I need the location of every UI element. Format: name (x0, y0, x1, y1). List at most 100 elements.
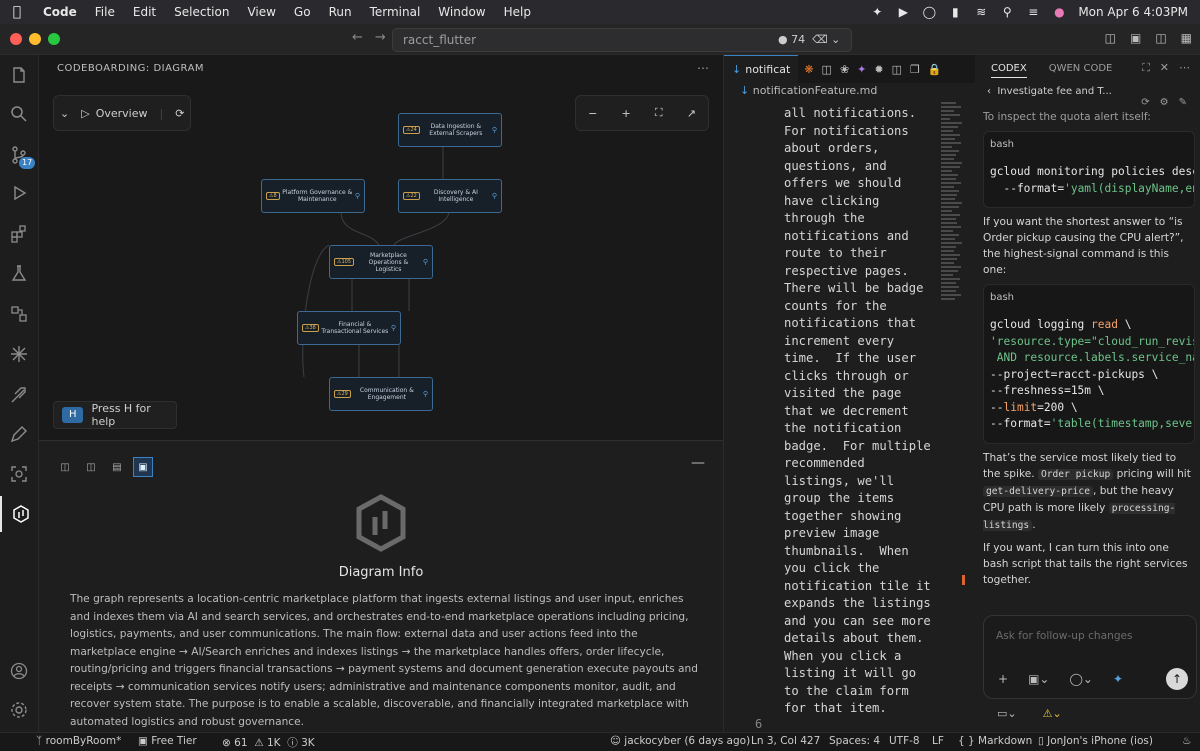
sparkle-icon[interactable]: ✦ (1113, 672, 1123, 686)
minimap[interactable] (941, 100, 963, 360)
split-editor-icon[interactable]: ◫ (892, 63, 902, 76)
warning-icon[interactable]: ⚠⌄ (1043, 707, 1062, 720)
remote-explorer-icon[interactable] (0, 296, 38, 332)
diagram-node-discovery-ai[interactable]: ⚠22 Discovery & AI Intelligence ⚲ (398, 179, 502, 213)
encoding[interactable]: UTF-8 (889, 735, 920, 747)
toggle-panel-icon[interactable]: ▣ (1130, 31, 1141, 45)
toggle-sidebar-icon[interactable]: ◫ (1105, 31, 1116, 45)
menu-edit[interactable]: Edit (124, 5, 165, 19)
command-center[interactable]: racct_flutter ● 74 ⌫ ⌄ (392, 28, 852, 52)
collapse-panel-icon[interactable]: — (691, 455, 705, 471)
control-center-icon[interactable]: ≡ (1026, 5, 1040, 19)
menu-window[interactable]: Window (429, 5, 494, 19)
menu-app-name[interactable]: Code (34, 5, 86, 19)
maximize-icon[interactable]: ⛶ (1142, 61, 1150, 75)
code-block[interactable]: bash gcloud monitoring policies desc --f… (983, 131, 1195, 208)
extensions-icon[interactable] (0, 216, 38, 252)
git-blame[interactable]: ☺ jackocyber (6 days ago) (610, 735, 750, 747)
editor-tab[interactable]: ↓ notificat (724, 54, 799, 84)
search-icon[interactable]: ⚲ (492, 192, 497, 200)
wifi-icon[interactable]: ≋ (974, 5, 988, 19)
breadcrumb-file[interactable]: notificationFeature.md (753, 84, 878, 97)
ai-assistant-icon[interactable] (0, 336, 38, 372)
explorer-icon[interactable] (0, 57, 38, 93)
code-block-body[interactable]: gcloud logging read \ 'resource.type="clo… (984, 311, 1194, 443)
user-circle-icon[interactable]: ◯ (922, 5, 936, 19)
nav-arrows[interactable]: ←→ (352, 30, 398, 45)
lock-icon[interactable]: 🔒 (928, 63, 942, 76)
end-of-line[interactable]: LF (932, 735, 944, 747)
language-mode[interactable]: { } Markdown (958, 735, 1032, 747)
source-control-icon[interactable]: 17 (0, 137, 38, 173)
problems-indicator[interactable]: ⊗ 61 ⚠ 1K ⓘ 3K (222, 735, 315, 750)
play-circle-icon[interactable]: ▶ (896, 5, 910, 19)
qwen-icon[interactable]: ✹ (874, 63, 883, 76)
menu-help[interactable]: Help (495, 5, 540, 19)
thread-title[interactable]: Investigate fee and T... (997, 86, 1111, 97)
new-chat-icon[interactable]: ✎ (1179, 97, 1187, 108)
layout-bottom-icon[interactable]: ▣ (133, 457, 153, 477)
search-icon[interactable]: ⚲ (355, 192, 360, 200)
chat-composer[interactable]: Ask for follow-up changes + ▣⌄ ◯⌄ ✦ ↑ (983, 615, 1197, 699)
more-actions-icon[interactable]: ⋯ (1179, 61, 1190, 75)
menu-run[interactable]: Run (320, 5, 361, 19)
diagram-node-financial-services[interactable]: ⚠38 Financial & Transactional Services ⚲ (297, 311, 401, 345)
menu-selection[interactable]: Selection (165, 5, 238, 19)
tab-codex[interactable]: CODEX (991, 63, 1027, 78)
menu-terminal[interactable]: Terminal (361, 5, 430, 19)
layout-icon[interactable]: ▦ (1181, 31, 1192, 45)
composer-input[interactable]: Ask for follow-up changes (996, 630, 1133, 642)
feather-icon[interactable] (0, 377, 38, 413)
code-content[interactable]: all notifications. For notifications about… (784, 105, 934, 718)
device-selector[interactable]: ▯ JonJon's iPhone (ios) (1038, 735, 1153, 747)
testing-flask-icon[interactable] (0, 255, 38, 291)
sparkle-icon[interactable]: ✦ (870, 5, 884, 19)
cube-icon[interactable]: ▣⌄ (1028, 672, 1049, 686)
layout-left-icon[interactable]: ◫ (55, 457, 75, 477)
diagram-node-communication[interactable]: ⚠29 Communication & Engagement ⚲ (329, 377, 433, 411)
globe-icon[interactable]: ◯⌄ (1069, 672, 1092, 686)
battery-icon[interactable]: ▮ (948, 5, 962, 19)
star-icon[interactable]: ✦ (857, 63, 866, 76)
close-icon[interactable]: ✕ (1160, 61, 1169, 75)
codeboarding-icon[interactable] (0, 496, 40, 532)
history-icon[interactable]: ⟳ (1141, 97, 1149, 108)
help-hint[interactable]: H Press H for help (53, 401, 177, 429)
openai-icon[interactable]: ❀ (840, 63, 849, 76)
back-arrow-icon[interactable]: ← (352, 30, 375, 45)
apple-icon[interactable]:  (0, 4, 34, 20)
menu-file[interactable]: File (86, 5, 124, 19)
diagram-node-platform-governance[interactable]: ⚠8 Platform Governance & Maintenance ⚲ (261, 179, 365, 213)
pen-icon[interactable] (0, 416, 38, 452)
tab-qwen-code[interactable]: QWEN CODE (1049, 63, 1113, 78)
branch-indicator[interactable]: ᛉ roomByRoom* (36, 735, 121, 747)
search-icon[interactable]: ⚲ (423, 390, 428, 398)
settings-gear-icon[interactable]: ⚙ (1160, 97, 1169, 108)
run-debug-icon[interactable] (0, 175, 38, 211)
indentation[interactable]: Spaces: 4 (829, 735, 880, 747)
layout-top-icon[interactable]: ▤ (107, 457, 127, 477)
back-chevron-icon[interactable]: ‹ (987, 86, 991, 97)
scan-icon[interactable] (0, 456, 38, 492)
menu-go[interactable]: Go (285, 5, 320, 19)
search-icon[interactable] (0, 96, 38, 132)
clock[interactable]: Mon Apr 6 4:03PM (1078, 5, 1188, 19)
chat-icon[interactable]: ⌫ (812, 33, 828, 46)
zoom-window-button[interactable] (48, 33, 60, 45)
close-window-button[interactable] (10, 33, 22, 45)
diagram-node-data-ingestion[interactable]: ⚠24 Data Ingestion & External Scrapers ⚲ (398, 113, 502, 147)
open-preview-icon[interactable]: ◫ (822, 63, 832, 76)
copy-icon[interactable]: ❐ (910, 63, 920, 76)
tier-indicator[interactable]: ▣ Free Tier (138, 735, 197, 747)
monitor-icon[interactable]: ▭⌄ (997, 707, 1017, 720)
search-icon[interactable]: ⚲ (1000, 5, 1014, 19)
add-icon[interactable]: + (998, 672, 1008, 686)
breadcrumb[interactable]: ↓ notificationFeature.md (740, 84, 877, 97)
minimize-window-button[interactable] (29, 33, 41, 45)
toggle-secondary-sidebar-icon[interactable]: ◫ (1155, 31, 1166, 45)
diagram-node-marketplace-operations[interactable]: ⚠105 Marketplace Operations & Logistics … (329, 245, 433, 279)
search-icon[interactable]: ⚲ (492, 126, 497, 134)
code-block-body[interactable]: gcloud monitoring policies desc --format… (984, 158, 1194, 207)
notifications-bell-icon[interactable]: ♨ (1182, 735, 1191, 747)
changes-indicator[interactable]: ● 74 ⌫ ⌄ (778, 29, 840, 51)
